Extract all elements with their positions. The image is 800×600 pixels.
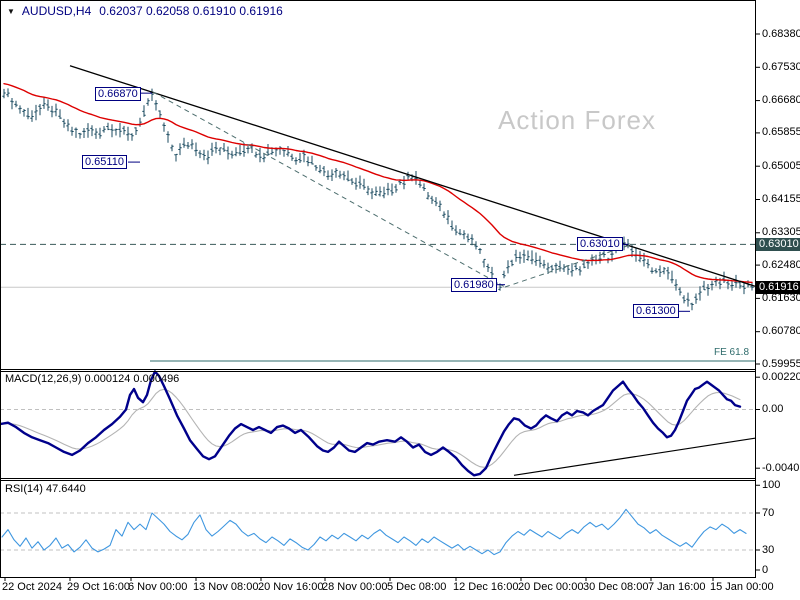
y-axis-tick-label: 0.60780 (762, 325, 800, 338)
trendline (152, 91, 506, 288)
x-axis-tick-label: 5 Dec 08:00 (387, 581, 447, 593)
macd-indicator-name: MACD(12,26,9) (5, 373, 82, 385)
price-annotation[interactable]: 0.63010 (577, 237, 623, 251)
y-axis-tick-label: 70 (762, 506, 775, 519)
macd-label: MACD(12,26,9) 0.000124 0.000496 (5, 373, 179, 385)
y-axis-tick-label: 0.68380 (762, 27, 800, 40)
rsi-line (1, 508, 747, 556)
y-axis-tick-label: 0.66680 (762, 94, 800, 107)
fibonacci-extension-label: FE 61.8 (714, 347, 750, 358)
macd-trendline (513, 437, 756, 476)
rsi-label: RSI(14) 47.6440 (5, 483, 86, 495)
x-axis-tick-label: 20 Dec 00:00 (518, 581, 584, 593)
y-axis-tick-label: 0.62480 (762, 258, 800, 271)
x-axis-tick-label: 12 Dec 16:00 (453, 581, 519, 593)
y-axis-tick-label: 0.65005 (762, 159, 800, 172)
price-annotation[interactable]: 0.65110 (82, 155, 127, 169)
ohlc-values: 0.62037 0.62058 0.61910 0.61916 (99, 4, 283, 18)
macd-indicator-values: 0.000124 0.000496 (84, 373, 180, 385)
y-axis-tick-label: 0.002208 (762, 370, 800, 383)
x-axis-tick-label: 13 Nov 08:00 (193, 581, 259, 593)
y-axis-tick-label: 0.61630 (762, 291, 800, 304)
y-axis-tick-label: 0.00 (762, 403, 784, 415)
chart-header: ▼ AUDUSD,H4 0.62037 0.62058 0.61910 0.6191… (7, 4, 283, 18)
price-badge: 0.61916 (756, 280, 800, 294)
x-axis-tick-label: 22 Oct 2024 (2, 581, 62, 593)
candles-layer (2, 88, 754, 311)
macd-main-line (0, 370, 742, 477)
y-axis-tick-label: 0.64155 (762, 192, 800, 205)
price-annotation[interactable]: 0.61300 (633, 304, 679, 318)
x-axis-tick-label: 28 Nov 00:00 (322, 581, 388, 593)
symbol-dropdown-icon[interactable]: ▼ (7, 7, 15, 16)
y-axis-tick-label: 100 (762, 478, 781, 491)
x-axis-tick-label: 29 Oct 16:00 (67, 581, 130, 593)
y-axis-tick-label: 30 (762, 543, 775, 556)
x-axis-tick-label: 30 Dec 08:00 (583, 581, 649, 593)
rsi-indicator-value: 47.6440 (45, 483, 86, 495)
y-axis-tick-label: 0.59955 (762, 357, 800, 370)
price-badge: 0.63010 (756, 237, 800, 251)
y-axis-tick-label: 0 (762, 563, 769, 576)
macd-signal-line (0, 388, 741, 468)
trendline (69, 65, 756, 287)
price-annotation[interactable]: 0.66870 (95, 87, 141, 101)
x-axis-tick-label: 6 Nov 00:00 (128, 581, 188, 593)
y-axis-tick-label: 0.63305 (762, 226, 800, 239)
y-axis-tick-label: 0.67530 (762, 60, 800, 73)
x-axis-tick-label: 15 Jan 00:00 (710, 581, 774, 593)
symbol-label: AUDUSD,H4 (21, 4, 92, 18)
y-axis-tick-label: 0.65855 (762, 126, 800, 139)
x-axis-tick-label: 20 Nov 16:00 (258, 581, 324, 593)
rsi-indicator-name: RSI(14) (5, 483, 43, 495)
y-axis-tick-label: -0.004012 (762, 461, 800, 474)
x-axis-tick-label: 7 Jan 16:00 (648, 581, 706, 593)
price-annotation[interactable]: 0.61980 (451, 278, 497, 292)
trading-chart-window: ▼ AUDUSD,H4 0.62037 0.62058 0.61910 0.6191… (0, 0, 800, 600)
